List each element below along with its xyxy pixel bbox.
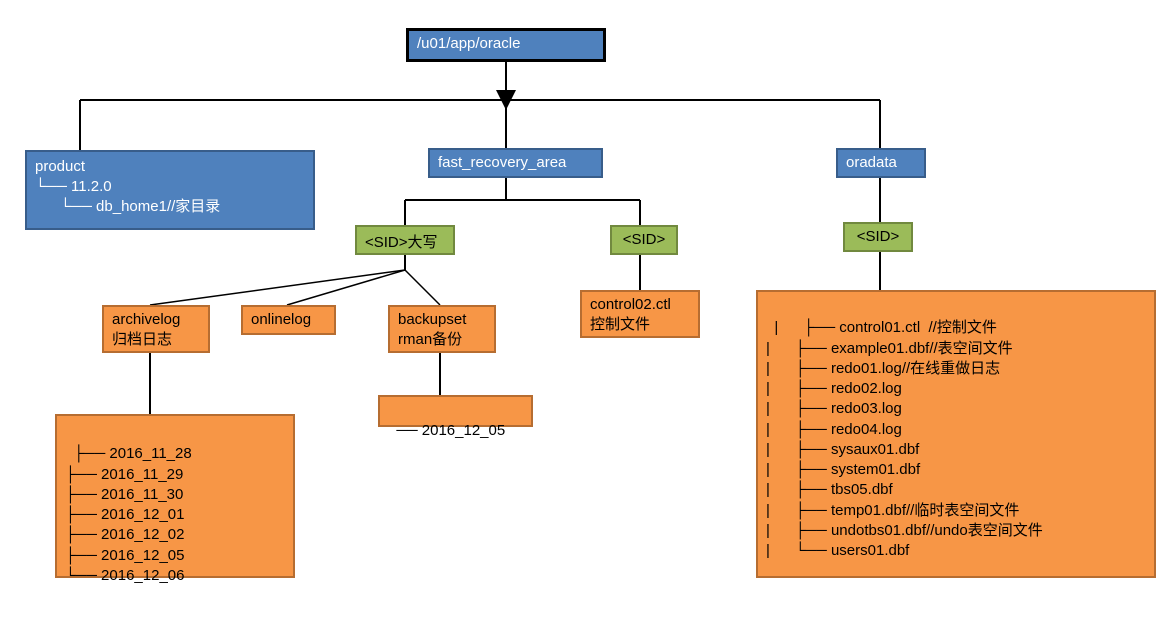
root-path-label: /u01/app/oracle (417, 35, 520, 52)
control02-box: control02.ctl 控制文件 (580, 290, 700, 338)
sid-upper-label: <SID>大写 (365, 234, 438, 251)
backupset-title: backupset (398, 311, 486, 328)
oradata-sid-label: <SID> (857, 228, 900, 245)
backupset-dates: ── 2016_12_05 (396, 422, 505, 439)
archivelog-dates: ├── 2016_11_28 ├── 2016_11_29 ├── 2016_1… (65, 445, 192, 584)
product-line2: └── db_home1//家目录 (35, 197, 305, 217)
sid-upper-box: <SID>大写 (355, 225, 455, 255)
fra-label: fast_recovery_area (438, 154, 566, 171)
sid-plain-box: <SID> (610, 225, 678, 255)
archivelog-box: archivelog 归档日志 (102, 305, 210, 353)
oradata-files: | ├── control01.ctl //控制文件 | ├── example… (766, 319, 1043, 559)
archivelog-title: archivelog (112, 311, 200, 328)
control02-subtitle: 控制文件 (590, 313, 690, 334)
backupset-box: backupset rman备份 (388, 305, 496, 353)
product-line1: └── 11.2.0 (35, 177, 305, 197)
onlinelog-box: onlinelog (241, 305, 336, 335)
onlinelog-label: onlinelog (251, 311, 311, 328)
archivelog-subtitle: 归档日志 (112, 328, 200, 349)
backupset-subtitle: rman备份 (398, 328, 486, 349)
product-box: product └── 11.2.0 └── db_home1//家目录 (25, 150, 315, 230)
fra-box: fast_recovery_area (428, 148, 603, 178)
product-title: product (35, 156, 305, 177)
oradata-box: oradata (836, 148, 926, 178)
backupset-dates-box: ── 2016_12_05 (378, 395, 533, 427)
oradata-label: oradata (846, 154, 897, 171)
oradata-files-box: | ├── control01.ctl //控制文件 | ├── example… (756, 290, 1156, 578)
archivelog-dates-box: ├── 2016_11_28 ├── 2016_11_29 ├── 2016_1… (55, 414, 295, 578)
sid-plain-label: <SID> (623, 231, 666, 248)
oradata-sid-box: <SID> (843, 222, 913, 252)
root-path-box: /u01/app/oracle (406, 28, 606, 62)
control02-title: control02.ctl (590, 296, 690, 313)
